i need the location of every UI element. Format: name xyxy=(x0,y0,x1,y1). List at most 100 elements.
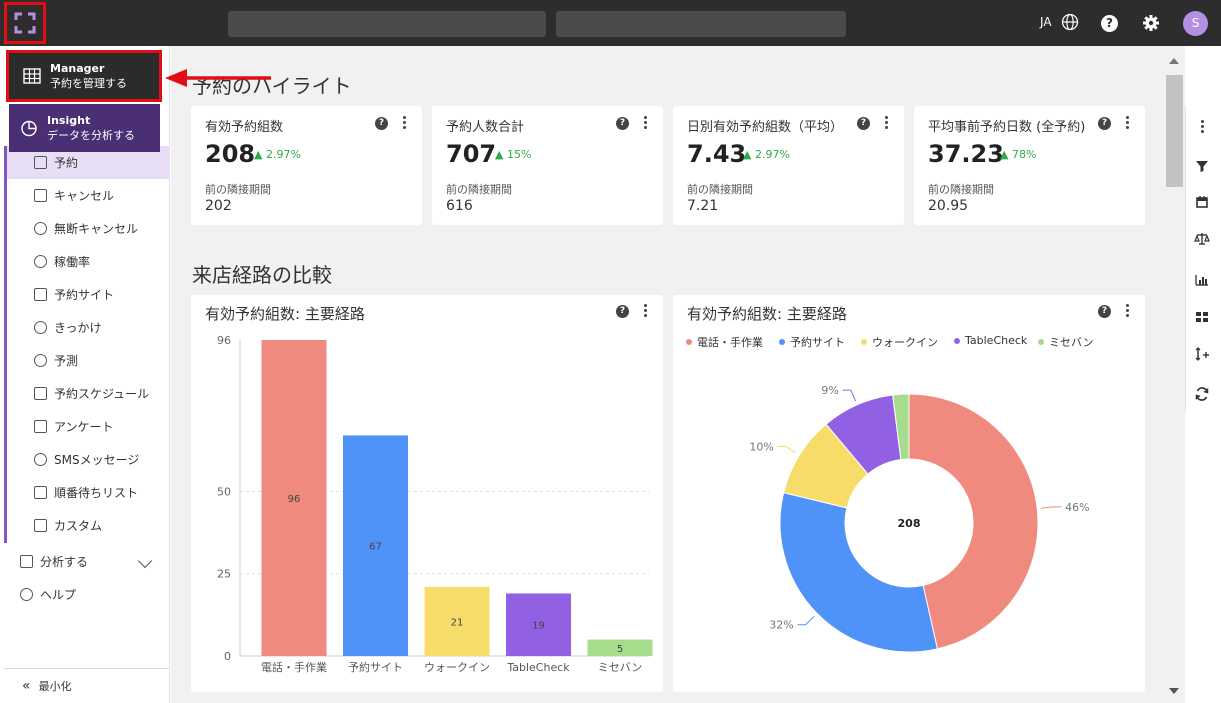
help-icon[interactable]: ? xyxy=(616,117,629,130)
kebab-menu-icon[interactable] xyxy=(403,116,407,131)
legend-dot xyxy=(954,337,960,344)
sidebar-item-schedule[interactable]: 予約スケジュール xyxy=(34,377,149,410)
slice-percent-label: 46% xyxy=(1065,501,1089,514)
slice-percent-label: 10% xyxy=(749,441,773,454)
globe-icon[interactable] xyxy=(1061,13,1079,31)
kpi-prev-value: 20.95 xyxy=(928,198,969,214)
scroll-down-arrow-icon[interactable] xyxy=(1169,688,1179,694)
sidebar-help[interactable]: ヘルプ xyxy=(20,578,76,611)
main-content: 予約のハイライト 有効予約組数 ? 208 ▲ 2.97% 前の隣接期間 202… xyxy=(171,46,1185,703)
kpi-prev-label: 前の隣接期間 xyxy=(928,183,994,196)
kpi-card-daily-average: 日別有効予約組数（平均） ? 7.43 ▲ 2.97% 前の隣接期間 7.21 xyxy=(673,106,904,225)
kpi-prev-label: 前の隣接期間 xyxy=(205,183,271,196)
kpi-delta: ▲ 2.97% xyxy=(254,148,301,161)
help-icon[interactable]: ? xyxy=(1101,15,1118,32)
x-tick-label: ウォークイン xyxy=(424,661,490,674)
kpi-prev-label: 前の隣接期間 xyxy=(446,183,512,196)
help-circle-icon xyxy=(20,588,33,601)
kpi-value: 707 xyxy=(446,140,497,168)
legend-item[interactable]: ミセバン xyxy=(1038,334,1094,350)
kebab-menu-icon[interactable] xyxy=(1201,120,1205,135)
kpi-delta: ▲ 2.97% xyxy=(743,148,790,161)
menu-item-title: Insight xyxy=(47,113,91,127)
kpi-prev-label: 前の隣接期間 xyxy=(687,183,753,196)
y-tick-label: 0 xyxy=(224,650,231,663)
monitor-icon xyxy=(34,288,47,301)
menu-item-manager[interactable]: Manager 予約を管理する xyxy=(6,50,162,102)
sidebar-item-survey[interactable]: アンケート xyxy=(34,410,114,443)
sidebar-item-sms[interactable]: SMSメッセージ xyxy=(34,443,139,476)
sidebar-item-custom[interactable]: カスタム xyxy=(34,509,102,542)
right-tool-rail xyxy=(1185,106,1217,412)
legend-item[interactable]: 予約サイト xyxy=(779,334,845,350)
calendar-x-icon xyxy=(34,189,47,202)
refresh-icon[interactable] xyxy=(1194,386,1210,402)
logo-icon xyxy=(14,12,36,34)
top-bar: JA ? S xyxy=(0,0,1221,46)
double-chevron-left-icon: « xyxy=(22,678,31,694)
scale-icon[interactable] xyxy=(1194,231,1210,247)
avatar[interactable]: S xyxy=(1183,11,1208,36)
help-icon[interactable]: ? xyxy=(375,117,388,130)
sidebar-item-forecast[interactable]: 予測 xyxy=(34,344,78,377)
binoculars-icon xyxy=(20,555,33,568)
kpi-card-total-guests: 予約人数合計 ? 707 ▲ 15% 前の隣接期間 616 xyxy=(432,106,663,225)
calendar-icon[interactable] xyxy=(1194,194,1210,210)
menu-item-title: Manager xyxy=(50,61,105,75)
bar-chart-card: 有効予約組数: 主要経路 ? 96 50 25 0 96 電話・手作業 67 予約サイト 21 ウ… xyxy=(191,295,663,692)
calendar-check-icon xyxy=(34,156,47,169)
bar-chart-icon[interactable] xyxy=(1194,272,1210,288)
donut-chart: 46% 32% 10% 9% 208 xyxy=(749,384,1090,653)
sidebar-analyze[interactable]: 分析する xyxy=(20,545,88,578)
slice-leader-line xyxy=(777,446,797,454)
sidebar-item-booking-site[interactable]: 予約サイト xyxy=(34,278,114,311)
scrollbar-thumb[interactable] xyxy=(1166,75,1183,187)
kpi-title: 平均事前予約日数 (全予約) xyxy=(928,120,1086,135)
sidebar-item-trigger[interactable]: きっかけ xyxy=(34,311,102,344)
kebab-menu-icon[interactable] xyxy=(644,116,648,131)
grid-icon xyxy=(23,68,41,84)
slice-leader-line xyxy=(842,389,857,402)
kpi-delta: ▲ 15% xyxy=(495,148,532,161)
dashboard-icon[interactable] xyxy=(1194,309,1210,325)
legend-dot xyxy=(1038,339,1044,345)
scroll-up-arrow-icon[interactable] xyxy=(1169,58,1179,64)
legend-item[interactable]: ウォークイン xyxy=(861,334,938,350)
sidebar-item-noshow[interactable]: 無断キャンセル xyxy=(34,212,138,245)
menu-item-insight[interactable]: Insight データを分析する xyxy=(9,104,160,152)
kpi-title: 日別有効予約組数（平均） xyxy=(687,120,844,135)
slice-leader-line xyxy=(797,615,815,626)
sidebar-item-occupancy[interactable]: 稼働率 xyxy=(34,245,90,278)
legend-item[interactable]: 電話・手作業 xyxy=(686,334,763,350)
gear-icon[interactable] xyxy=(1142,14,1160,32)
language-selector[interactable]: JA xyxy=(1040,15,1052,29)
legend-item[interactable]: TableCheck xyxy=(954,334,1027,347)
kebab-menu-icon[interactable] xyxy=(885,116,889,131)
bar-value-label: 19 xyxy=(532,621,545,632)
kpi-title: 予約人数合計 xyxy=(446,120,525,135)
kebab-menu-icon[interactable] xyxy=(1126,116,1130,131)
filter-icon[interactable] xyxy=(1194,158,1210,174)
help-icon[interactable]: ? xyxy=(1098,117,1111,130)
comparison-title: 来店経路の比較 xyxy=(192,263,332,287)
minimize-sidebar-button[interactable]: «最小化 xyxy=(4,668,170,703)
donut-center-total: 208 xyxy=(898,517,921,530)
kpi-value: 7.43 xyxy=(687,140,747,168)
kpi-value: 208 xyxy=(205,140,256,168)
annotation-arrow-icon xyxy=(165,69,271,87)
sidebar-item-waitlist[interactable]: 順番待ちリスト xyxy=(34,476,138,509)
x-tick-label: TableCheck xyxy=(506,661,570,674)
sort-icon[interactable] xyxy=(1194,346,1210,362)
sidebar-accent-bar xyxy=(4,146,7,543)
help-icon[interactable]: ? xyxy=(857,117,870,130)
blurred-field-1 xyxy=(228,11,546,37)
kpi-prev-value: 202 xyxy=(205,198,232,214)
app-switcher-button[interactable] xyxy=(4,2,46,44)
legend-dot xyxy=(779,339,785,345)
calendar-icon xyxy=(34,387,47,400)
sidebar-item-cancel[interactable]: キャンセル xyxy=(34,179,114,212)
kpi-card-valid-reservations: 有効予約組数 ? 208 ▲ 2.97% 前の隣接期間 202 xyxy=(191,106,422,225)
eye-icon xyxy=(34,354,47,367)
kpi-card-advance-days: 平均事前予約日数 (全予約) ? 37.23 ▲ 78% 前の隣接期間 20.9… xyxy=(914,106,1145,225)
bar-chart: 96 50 25 0 96 電話・手作業 67 予約サイト 21 ウォークイン 19 TableChe… xyxy=(217,334,653,674)
